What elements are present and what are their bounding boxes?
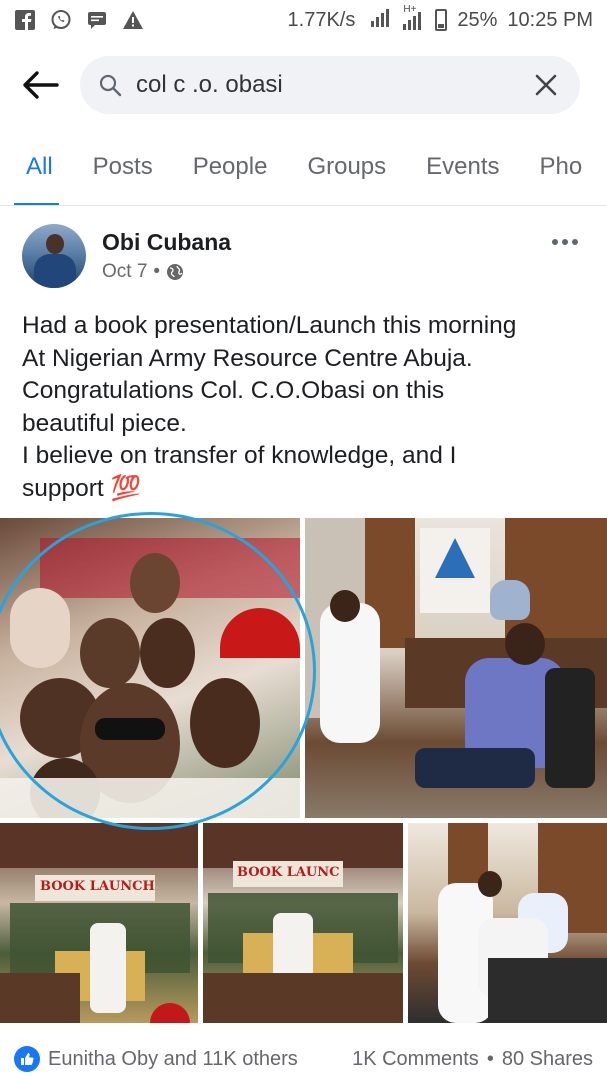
liked-by-text[interactable]: Eunitha Oby and 11K others (48, 1048, 298, 1071)
photo-element (0, 823, 198, 868)
photo-element (478, 871, 502, 897)
clock: 10:25 PM (507, 8, 593, 31)
post-author[interactable]: Obi Cubana (102, 229, 231, 256)
post-text-line: At Nigerian Army Resource Centre Abuja. (22, 344, 473, 372)
message-icon (86, 9, 108, 31)
photo-element (95, 718, 165, 740)
facebook-icon (14, 9, 36, 31)
post-text-line: I believe on transfer of knowledge, and … (22, 442, 457, 469)
back-button[interactable] (0, 50, 80, 120)
battery-icon (435, 9, 448, 31)
photo-element (488, 958, 607, 1023)
back-arrow-icon (23, 71, 59, 99)
post-date[interactable]: Oct 7 (102, 261, 147, 283)
avatar[interactable] (22, 224, 86, 288)
tab-posts[interactable]: Posts (73, 128, 173, 205)
photo-element (203, 973, 403, 1023)
photo-element (0, 973, 80, 1023)
photo-element (80, 618, 140, 688)
post-meta: Obi Cubana Oct 7 • (102, 229, 231, 283)
photo-element (220, 608, 300, 658)
post-photo-book-launch-2[interactable]: BOOK LAUNC (203, 823, 403, 1023)
search-input[interactable]: col c .o. obasi (80, 56, 580, 114)
photo-element (415, 748, 535, 788)
post-header: Obi Cubana Oct 7 • (0, 216, 607, 296)
comments-count[interactable]: 1K Comments (352, 1048, 479, 1071)
photo-element (0, 778, 300, 818)
photo-element: BOOK LAUNC (237, 865, 340, 880)
tab-all[interactable]: All (0, 128, 73, 205)
tab-people[interactable]: People (173, 128, 288, 205)
photo-element (90, 923, 126, 1013)
post-text: Had a book presentation/Launch this morn… (22, 310, 592, 505)
separator-dot: • (486, 1047, 494, 1070)
photo-element (130, 553, 180, 613)
post-photo-book-launch-1[interactable]: BOOK LAUNCH (0, 823, 198, 1023)
clear-search-button[interactable] (530, 69, 562, 101)
photo-element (330, 590, 360, 622)
network-speed: 1.77K/s (287, 8, 356, 31)
post-text-line: beautiful piece. (22, 409, 187, 437)
globe-icon (167, 264, 184, 280)
post-text-line: Congratulations Col. C.O.Obasi on this (22, 377, 445, 404)
search-query: col c .o. obasi (136, 71, 283, 98)
post-text-line: support 💯 (22, 474, 142, 502)
tab-photos[interactable]: Pho (520, 128, 603, 205)
post-photo-office-meeting[interactable] (305, 518, 607, 818)
photo-element (505, 623, 545, 665)
photo-element (10, 588, 70, 668)
post-text-line: Had a book presentation/Launch this morn… (22, 312, 517, 339)
reactions-bar: Eunitha Oby and 11K others 1K Comments •… (0, 1038, 607, 1080)
more-options-button[interactable] (545, 227, 585, 257)
warning-icon (122, 9, 144, 31)
search-header: col c .o. obasi (0, 50, 607, 120)
whatsapp-icon (50, 9, 72, 31)
like-reaction-icon[interactable] (14, 1046, 40, 1072)
photo-element (545, 668, 595, 788)
search-icon (99, 74, 122, 97)
separator-dot: • (153, 261, 161, 282)
shares-count[interactable]: 80 Shares (502, 1048, 593, 1071)
tab-events[interactable]: Events (406, 128, 519, 205)
post-photo-office-2[interactable] (408, 823, 607, 1023)
signal-h-plus-icon: H+ (403, 4, 425, 30)
close-icon (535, 74, 557, 96)
photo-element (150, 1003, 190, 1023)
more-dots-icon (552, 239, 578, 245)
post-subline: Oct 7 • (102, 261, 231, 283)
photo-element: BOOK LAUNCH (40, 879, 155, 894)
tab-groups[interactable]: Groups (287, 128, 406, 205)
engagement-counts: 1K Comments • 80 Shares (352, 1048, 593, 1071)
filter-tabs: All Posts People Groups Events Pho (0, 128, 607, 206)
photo-element (190, 678, 260, 768)
signal-icon (371, 7, 393, 33)
photo-element (320, 603, 380, 743)
photo-element (490, 580, 530, 620)
photo-element (140, 618, 195, 688)
status-bar: 1.77K/s H+ 25% 10:25 PM (0, 0, 607, 40)
post-photo-group-selfie[interactable] (0, 518, 300, 818)
battery-percent: 25% (457, 8, 498, 31)
